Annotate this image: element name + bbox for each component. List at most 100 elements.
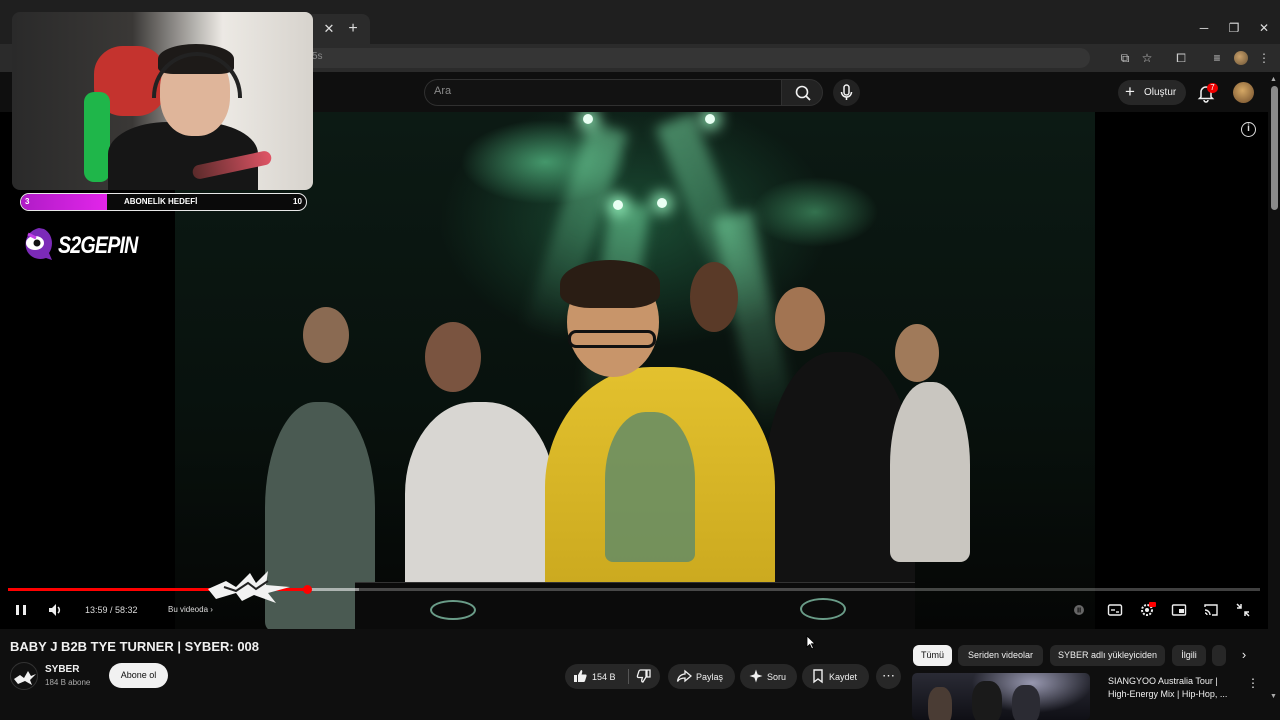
extensions-icon[interactable]: ⧠ [1172,49,1190,67]
ask-label: Soru [767,672,787,682]
crowd-person [775,287,825,351]
restore-icon[interactable]: ❐ [1224,18,1244,38]
like-divider [628,669,629,684]
subscription-goal-fill [21,194,107,210]
subscribe-button[interactable]: Abone ol [109,663,168,688]
chapter-button[interactable]: Bu videoda › [168,605,213,614]
crowd-person [425,322,481,392]
recommendation-thumbnail[interactable] [912,673,1090,720]
scroll-up-arrow[interactable]: ▲ [1270,76,1277,83]
pause-button[interactable] [12,601,30,619]
share-label: Paylaş [696,672,724,682]
seek-bar[interactable] [8,588,1260,591]
glasses [568,330,656,348]
thumbs-down-icon [636,669,651,683]
stage-light [657,198,667,208]
tab-close-icon[interactable]: ✕ [320,20,338,38]
share-button[interactable]: Paylaş [668,664,735,689]
gear-icon [1141,602,1156,616]
save-button[interactable]: Kaydet [802,664,869,689]
volume-icon [49,604,61,616]
streamer-logo-text: S2GEPIN [58,232,138,259]
miniplayer-button[interactable] [1170,601,1188,619]
volume-button[interactable] [46,601,64,619]
autoplay-icon [1074,605,1084,615]
crowd-person [690,262,738,332]
more-vertical-icon[interactable]: ⋮ [1247,676,1259,692]
subscriber-count: 184 B abone [45,678,91,687]
voice-search-button[interactable] [833,79,860,106]
cast-button[interactable] [1202,601,1220,619]
window-close-icon[interactable]: ✕ [1254,18,1274,38]
ask-button[interactable]: Soru [740,664,797,689]
chip-series[interactable]: Seriden videolar [958,645,1043,666]
jog-wheel [800,598,846,620]
channel-watermark-icon [208,571,290,603]
streamer-logo-icon [25,228,52,260]
plus-icon: + [1125,82,1135,101]
microphone-icon [840,84,853,100]
like-button[interactable] [572,668,588,688]
search-placeholder: Ara [434,85,452,97]
crowd-person [405,402,555,602]
recommendation-title[interactable]: SIANGYOO Australia Tour | High-Energy Mi… [1108,675,1238,701]
chevron-right-icon: › [208,605,213,614]
notification-count-badge: 7 [1207,83,1218,93]
install-app-icon[interactable]: ⧉ [1116,49,1134,67]
bookmark-star-icon[interactable]: ☆ [1138,49,1156,67]
crowd-person [890,382,970,562]
thumbs-up-icon [574,670,587,682]
webcam-overlay [12,12,313,190]
gaming-chair [84,92,110,182]
more-actions-button[interactable]: ⋯ [876,664,901,689]
pause-icon [16,605,26,615]
fullscreen-exit-icon [1236,603,1250,617]
share-icon [676,668,693,688]
like-count: 154 B [592,672,616,682]
dislike-button[interactable] [636,668,652,688]
time-display: 13:59 / 58:32 [85,605,138,615]
browser-profile-avatar[interactable] [1234,51,1248,65]
subtitles-icon [1107,604,1123,616]
stage-light [583,114,593,124]
bookmark-icon [810,668,826,688]
account-avatar[interactable] [1233,82,1254,103]
media-controls-icon[interactable]: ≡ [1208,49,1226,67]
stage-light [705,114,715,124]
info-icon[interactable]: i [1241,122,1256,137]
search-icon [795,85,811,101]
dj-person [560,260,660,308]
channel-name[interactable]: SYBER [45,664,79,675]
page-scrollbar-thumb[interactable] [1271,86,1278,210]
autoplay-toggle[interactable] [1070,601,1088,619]
chip-overflow[interactable] [1212,645,1226,666]
minimize-icon[interactable]: ─ [1194,18,1214,38]
thumbnail-person [928,687,952,720]
scroll-down-arrow[interactable]: ▼ [1270,693,1277,700]
goal-current: 3 [25,197,30,206]
chip-related[interactable]: İlgili [1172,645,1206,666]
shirt-print [605,412,695,562]
browser-menu-icon[interactable]: ⋮ [1255,49,1273,67]
chevron-right-icon[interactable]: › [1236,647,1252,663]
new-tab-icon[interactable]: + [344,20,362,38]
channel-logo-icon [14,671,36,685]
thumbnail-person [1012,685,1040,720]
channel-avatar[interactable] [10,662,38,690]
stage-light [613,200,623,210]
address-bar[interactable] [300,48,1090,68]
chapter-label: Bu videoda [168,605,209,614]
subtitles-button[interactable] [1106,601,1124,619]
video-title: BABY J B2B TYE TURNER | SYBER: 008 [10,639,260,654]
jog-wheel [430,600,476,620]
crowd-person [303,307,349,363]
chip-all[interactable]: Tümü [913,645,952,666]
chip-uploader[interactable]: SYBER adlı yükleyiciden [1050,645,1165,666]
video-frame[interactable] [175,112,1095,629]
search-input[interactable] [424,79,782,106]
crowd-person [895,324,939,382]
fullscreen-button[interactable] [1234,601,1252,619]
settings-button[interactable] [1138,601,1156,619]
address-bar-text: 5s [312,51,323,62]
search-button[interactable] [781,79,823,106]
